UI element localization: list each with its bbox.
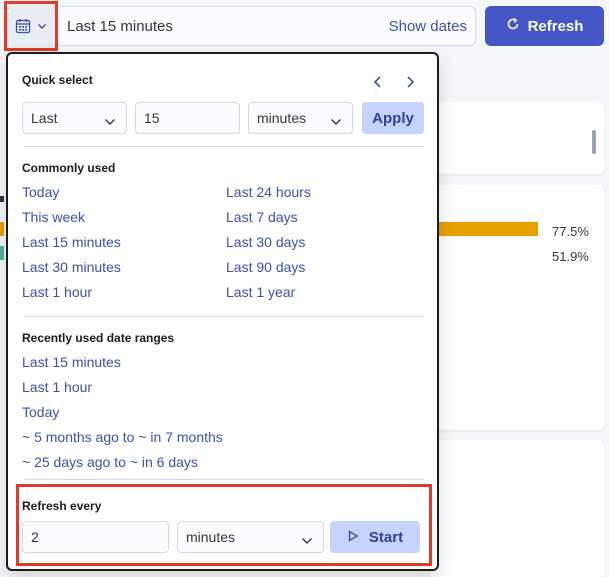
page: 77.5% 51.9% Last 15 minutes Show dates R… [0,0,609,577]
calendar-icon [15,18,31,34]
bar-series-1 [430,222,538,236]
chevron-down-icon [301,533,313,549]
refresh-every-title: Refresh every [22,499,102,513]
bar-value-2: 51.9% [552,249,589,264]
quick-select-button[interactable] [4,1,58,51]
background-card [430,102,604,174]
chevron-down-icon [37,21,47,31]
refresh-button[interactable]: Refresh [485,6,604,46]
bar-fragment [0,196,4,202]
refresh-interval-value: 2 [31,529,39,545]
background-card [430,440,604,577]
refresh-label: Refresh [527,17,584,35]
refresh-interval-input[interactable]: 2 [22,521,169,553]
play-icon [347,529,359,546]
bar-fragment [0,246,4,260]
show-dates-link[interactable]: Show dates [389,18,467,35]
refresh-every-section: Refresh every 2 minutes Start [6,52,439,571]
refresh-unit-value: minutes [186,529,236,545]
start-button[interactable]: Start [330,521,420,553]
refresh-icon [506,17,520,35]
time-range-label: Last 15 minutes [67,17,173,35]
date-picker-bar: Last 15 minutes Show dates [4,1,476,51]
refresh-unit-select[interactable]: minutes [177,521,324,553]
bar-fragment [0,222,4,236]
start-label: Start [368,528,404,546]
bar-value-1: 77.5% [552,224,589,239]
scrollbar-thumb[interactable] [592,130,596,154]
